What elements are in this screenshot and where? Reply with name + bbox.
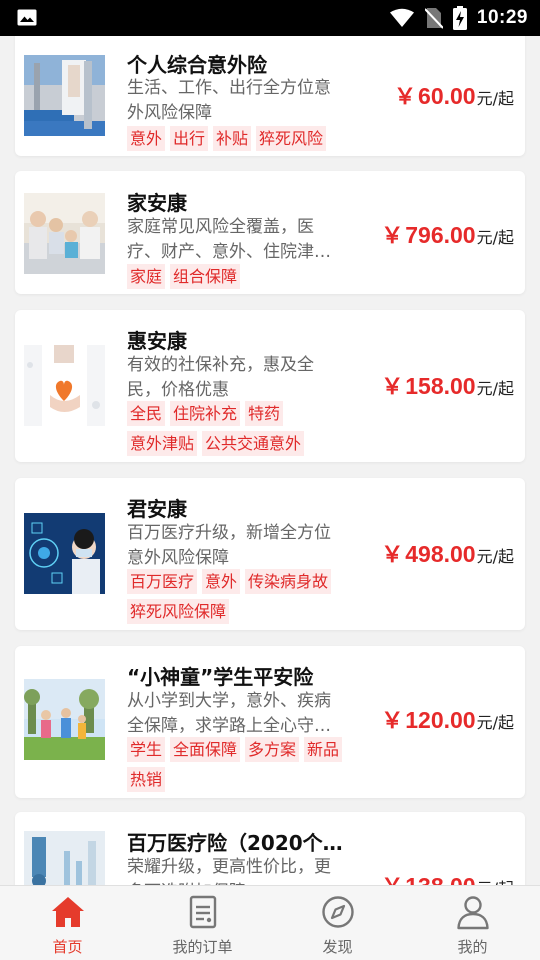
product-tag: 住院补充 — [170, 401, 241, 426]
currency-symbol: ￥ — [381, 543, 404, 568]
product-card[interactable]: “小神童”学生平安险 从小学到大学，意外、疾病全保障，求学路上全心守… 学生 全… — [15, 646, 525, 798]
tab-label: 首页 — [52, 938, 83, 956]
compass-icon — [321, 896, 354, 928]
price-unit: 元/起 — [476, 379, 514, 398]
product-description: 百万医疗升级，新增全方位意外风险保障 — [127, 523, 331, 568]
status-bar: 10:29 — [0, 0, 540, 36]
product-tag: 百万医疗 — [127, 569, 198, 594]
product-tag: 全民 — [127, 401, 166, 426]
product-title: 个人综合意外险 — [127, 53, 267, 77]
price-unit: 元/起 — [476, 228, 514, 247]
price-unit: 元/起 — [477, 875, 514, 885]
price-value: 120.00 — [405, 707, 476, 733]
product-card[interactable]: 个人综合意外险 生活、工作、出行全方位意外风险保障 意外 出行 补贴 猝死风险 … — [15, 36, 525, 156]
product-price: ￥ 796.00 元/起 — [381, 218, 514, 250]
battery-charging-icon — [452, 6, 467, 30]
product-description: 家庭常见风险全覆盖，医疗、财产、意外、住院津… — [127, 217, 331, 262]
product-price: ￥ 60.00 元/起 — [394, 79, 514, 111]
product-title: 惠安康 — [127, 329, 187, 353]
product-title: 君安康 — [127, 497, 187, 521]
product-tag: 公共交通意外 — [202, 431, 305, 456]
wifi-icon — [389, 8, 414, 27]
product-price: ￥ 138.00 元/起 — [381, 869, 514, 885]
product-title: “小神童”学生平安险 — [127, 665, 314, 689]
product-title: 家安康 — [127, 191, 187, 215]
product-card[interactable]: 君安康 百万医疗升级，新增全方位意外风险保障 百万医疗 意外 传染病身故 猝死风… — [15, 478, 525, 630]
product-image — [24, 831, 105, 885]
product-tag: 猝死风险 — [256, 126, 327, 151]
product-description: 荣耀升级，更高性价比，更多可选附加保障 — [127, 857, 331, 885]
product-title: 百万医疗险（2020个… — [127, 831, 343, 855]
product-tag: 猝死风险保障 — [127, 599, 230, 624]
product-tags: 百万医疗 意外 传染病身故 猝死风险保障 — [127, 569, 357, 624]
product-tag: 热销 — [127, 767, 166, 792]
clock: 10:29 — [476, 7, 528, 28]
product-tags: 全民 住院补充 特药 意外津贴 公共交通意外 — [127, 401, 357, 456]
currency-symbol: ￥ — [394, 85, 417, 110]
price-value: 138.00 — [405, 873, 475, 885]
product-price: ￥ 158.00 元/起 — [381, 369, 514, 401]
product-tag: 组合保障 — [170, 264, 241, 289]
product-image — [24, 679, 105, 760]
tab-label: 发现 — [322, 938, 353, 956]
price-unit: 元/起 — [476, 89, 514, 108]
currency-symbol: ￥ — [381, 869, 403, 885]
tab-label: 我的订单 — [172, 938, 233, 956]
product-tag: 新品 — [304, 737, 343, 762]
product-tags: 学生 全面保障 多方案 新品 热销 — [127, 737, 357, 792]
product-card[interactable]: 惠安康 有效的社保补充，惠及全民，价格优惠 全民 住院补充 特药 意外津贴 公共… — [15, 310, 525, 462]
product-tag: 意外津贴 — [127, 431, 198, 456]
product-tag: 家庭 — [127, 264, 166, 289]
product-image — [24, 513, 105, 594]
product-tag: 特药 — [245, 401, 284, 426]
no-sim-icon — [424, 8, 443, 29]
currency-symbol: ￥ — [381, 224, 404, 249]
price-unit: 元/起 — [476, 713, 514, 732]
product-tag: 意外 — [202, 569, 241, 594]
price-value: 158.00 — [405, 373, 476, 399]
order-icon — [189, 895, 216, 929]
product-description: 生活、工作、出行全方位意外风险保障 — [127, 78, 331, 123]
product-description: 从小学到大学，意外、疾病全保障，求学路上全心守… — [127, 691, 331, 736]
product-tag: 多方案 — [245, 737, 300, 762]
product-tags: 家庭 组合保障 — [127, 264, 357, 289]
tab-home[interactable]: 首页 — [0, 886, 135, 960]
product-tag: 意外 — [127, 126, 166, 151]
product-tag: 补贴 — [213, 126, 252, 151]
bottom-tab-bar: 首页 我的订单 发现 我的 — [0, 885, 540, 960]
price-unit: 元/起 — [476, 547, 514, 566]
product-tags: 意外 出行 补贴 猝死风险 — [127, 126, 357, 151]
product-list[interactable]: 个人综合意外险 生活、工作、出行全方位意外风险保障 意外 出行 补贴 猝死风险 … — [0, 36, 540, 885]
product-price: ￥ 120.00 元/起 — [381, 703, 514, 735]
product-price: ￥ 498.00 元/起 — [381, 537, 514, 569]
product-description: 有效的社保补充，惠及全民，价格优惠 — [127, 355, 314, 400]
home-icon — [51, 897, 84, 927]
price-value: 60.00 — [418, 83, 476, 109]
currency-symbol: ￥ — [381, 375, 404, 400]
profile-icon — [456, 896, 489, 930]
product-tag: 学生 — [127, 737, 166, 762]
currency-symbol: ￥ — [381, 709, 404, 734]
product-image — [24, 345, 105, 426]
product-tag: 全面保障 — [170, 737, 241, 762]
product-card[interactable]: 百万医疗险（2020个… 荣耀升级，更高性价比，更多可选附加保障 ￥ 138.0… — [15, 812, 525, 885]
product-image — [24, 193, 105, 274]
product-image — [24, 55, 105, 136]
product-tag: 传染病身故 — [245, 569, 332, 594]
image-notification-icon — [17, 9, 37, 26]
product-tag: 出行 — [170, 126, 209, 151]
tab-label: 我的 — [457, 938, 488, 956]
tab-discover[interactable]: 发现 — [270, 886, 405, 960]
tab-my-orders[interactable]: 我的订单 — [135, 886, 270, 960]
tab-profile[interactable]: 我的 — [405, 886, 540, 960]
price-value: 498.00 — [405, 541, 476, 567]
product-card[interactable]: 家安康 家庭常见风险全覆盖，医疗、财产、意外、住院津… 家庭 组合保障 ￥ 79… — [15, 171, 525, 294]
price-value: 796.00 — [405, 222, 476, 248]
